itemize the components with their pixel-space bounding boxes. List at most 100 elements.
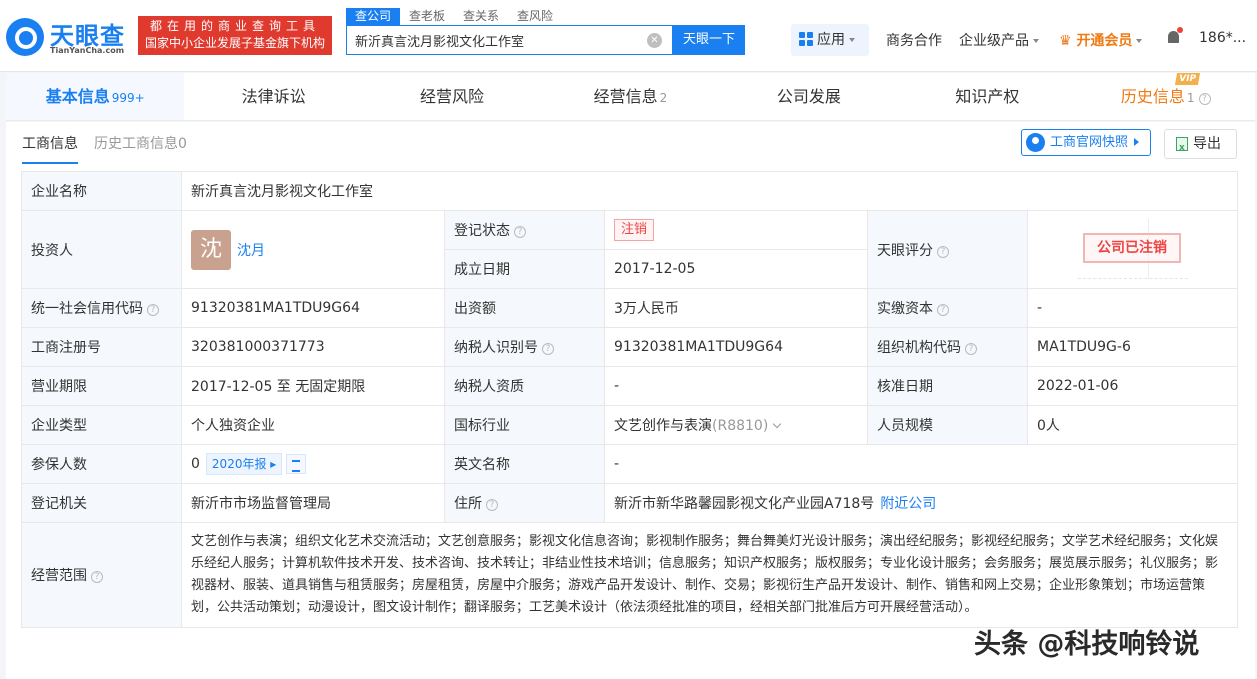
est-date-label: 成立日期 [444,249,605,289]
term-label: 营业期限 [21,366,182,406]
nearby-companies-link[interactable]: 附近公司 [880,496,936,512]
insured-cell: 0 2020年报 ▸ [181,444,445,484]
business-info-table: 企业名称 新沂真言沈月影视文化工作室 投资人 沈沈月 登记状态? 注销 天眼评分… [21,171,1239,628]
tab-label: 经营信息 [593,87,658,106]
search-box: ✕ [346,25,673,55]
search-tab-company[interactable]: 查公司 [346,8,401,25]
chevron-down-icon[interactable] [773,419,782,429]
nav-business-link[interactable]: 商务合作 [886,30,942,50]
industry-cell[interactable]: 文艺创作与表演(R8810) [604,405,868,445]
cancelled-stamp: 公司已注销 [1083,233,1181,263]
score-label-cell: 天眼评分? [867,210,1028,289]
address-label: 住所 [454,496,482,512]
tab-label: 法律诉讼 [241,87,306,106]
annual-report-tag[interactable]: 2020年报 ▸ [205,453,283,475]
nav-vip-link[interactable]: ♛ 开通会员 [1059,30,1143,50]
logo-eye-icon [6,18,44,56]
investor-label: 投资人 [21,210,182,289]
slogan-line-2: 国家中小企业发展子基金旗下机构 [144,36,325,50]
help-icon[interactable]: ? [147,304,159,316]
reg-status-cell: 注销 [604,210,868,250]
help-icon[interactable]: ? [965,343,977,355]
clear-icon[interactable]: ✕ [647,33,662,48]
reg-status-label-cell: 登记状态? [444,210,605,250]
search-button[interactable]: 天眼一下 [673,25,745,55]
scope-label-cell: 经营范围? [21,522,182,628]
tab-legal[interactable]: 法律诉讼 [184,73,362,120]
logo-domain: TianYanCha.com [50,46,125,55]
vip-badge: VIP [1175,73,1201,85]
industry-value: 文艺创作与表演 [614,418,712,434]
credit-code-label-cell: 统一社会信用代码? [21,288,182,328]
notification-bell-icon[interactable] [1166,27,1183,46]
site-logo[interactable]: 天眼查 TianYanCha.com [6,14,132,58]
export-button[interactable]: 导出 [1164,129,1237,162]
table-row: 统一社会信用代码? 91320381MA1TDU9G64 出资额 3万人民币 实… [21,288,1239,328]
scope-value: 文艺创作与表演；组织文化艺术交流活动；文艺创意服务；影视文化信息咨询；影视制作服… [191,534,1219,615]
search-input[interactable] [347,26,637,54]
info-subtabs: 工商信息 历史工商信息0 [22,134,203,164]
org-code-label: 组织机构代码 [877,340,961,356]
taxpayer-qual-label: 纳税人资质 [444,366,605,406]
industry-code: (R8810) [712,418,769,434]
help-icon[interactable]: ? [514,226,526,238]
arrow-right-icon [1134,138,1140,146]
tab-basic-info[interactable]: 基本信息 999+ [6,73,185,120]
subtab-business-info[interactable]: 工商信息 [22,134,78,164]
help-icon[interactable]: ? [486,499,498,511]
capital-value: 3万人民币 [604,288,868,328]
type-label: 企业类型 [21,405,182,445]
type-value: 个人独资企业 [181,405,445,445]
tab-count: 2 [659,91,668,105]
subtab-history-business-info[interactable]: 历史工商信息0 [94,134,187,164]
avatar[interactable]: 沈 [191,229,231,270]
taxpayer-id-label: 纳税人识别号 [454,340,538,356]
capital-label: 出资额 [444,288,605,328]
official-snapshot-button[interactable]: 工商官网快照 [1021,129,1151,156]
term-value: 2017-12-05 至 无固定期限 [181,366,445,406]
scope-label: 经营范围 [31,568,87,584]
user-menu[interactable]: 186*... [1199,30,1246,46]
approve-date-label: 核准日期 [867,366,1028,406]
reg-no-value: 320381000371773 [181,327,445,367]
tab-label: 基本信息 [45,87,110,106]
apps-label: 应用 [817,32,845,48]
org-code-label-cell: 组织机构代码? [867,327,1028,367]
paid-capital-label-cell: 实缴资本? [867,288,1028,328]
english-name-label: 英文名称 [444,444,605,484]
tab-count: 1 [1186,91,1195,105]
insured-label: 参保人数 [21,444,182,484]
investor-cell: 沈沈月 [181,210,445,289]
watermark: 头条 @科技响铃说 [974,629,1200,660]
tab-operation[interactable]: 经营信息 2 [541,73,719,120]
credit-code-label: 统一社会信用代码 [31,301,143,317]
help-icon[interactable]: ? [937,304,949,316]
help-icon[interactable]: ? [91,571,103,583]
english-name-value: - [603,444,1239,484]
help-icon[interactable]: ? [1198,93,1211,105]
org-code-value: MA1TDU9G-6 [1026,327,1239,367]
search-tab-risk[interactable]: 查风险 [508,8,562,25]
nav-enterprise-products[interactable]: 企业级产品 [959,30,1039,50]
social-security-icon[interactable] [286,454,307,474]
tab-development[interactable]: 公司发展 [720,73,898,120]
help-icon[interactable]: ? [542,343,554,355]
tab-risk[interactable]: 经营风险 [363,73,541,120]
official-snapshot-label: 工商官网快照 [1050,135,1129,150]
reg-no-label: 工商注册号 [21,327,182,367]
table-row: 参保人数 0 2020年报 ▸ 英文名称 - [21,444,1239,484]
apps-menu-button[interactable]: 应用 [791,24,869,56]
help-icon[interactable]: ? [937,245,949,258]
staff-label: 人员规模 [867,405,1028,445]
authority-label: 登记机关 [21,483,182,523]
tab-history[interactable]: VIP 历史信息 1? [1077,73,1255,120]
authority-value: 新沂市市场监督管理局 [181,483,445,523]
search-tab-boss[interactable]: 查老板 [400,8,454,25]
slogan-banner: 都在用的商业查询工具 国家中小企业发展子基金旗下机构 [138,16,332,55]
paid-capital-label: 实缴资本 [877,301,933,317]
investor-link[interactable]: 沈月 [237,243,265,259]
search-tab-relation[interactable]: 查关系 [454,8,508,25]
tab-ip[interactable]: 知识产权 [898,73,1076,120]
official-seal-icon [1026,133,1045,152]
industry-label: 国标行业 [444,405,605,445]
